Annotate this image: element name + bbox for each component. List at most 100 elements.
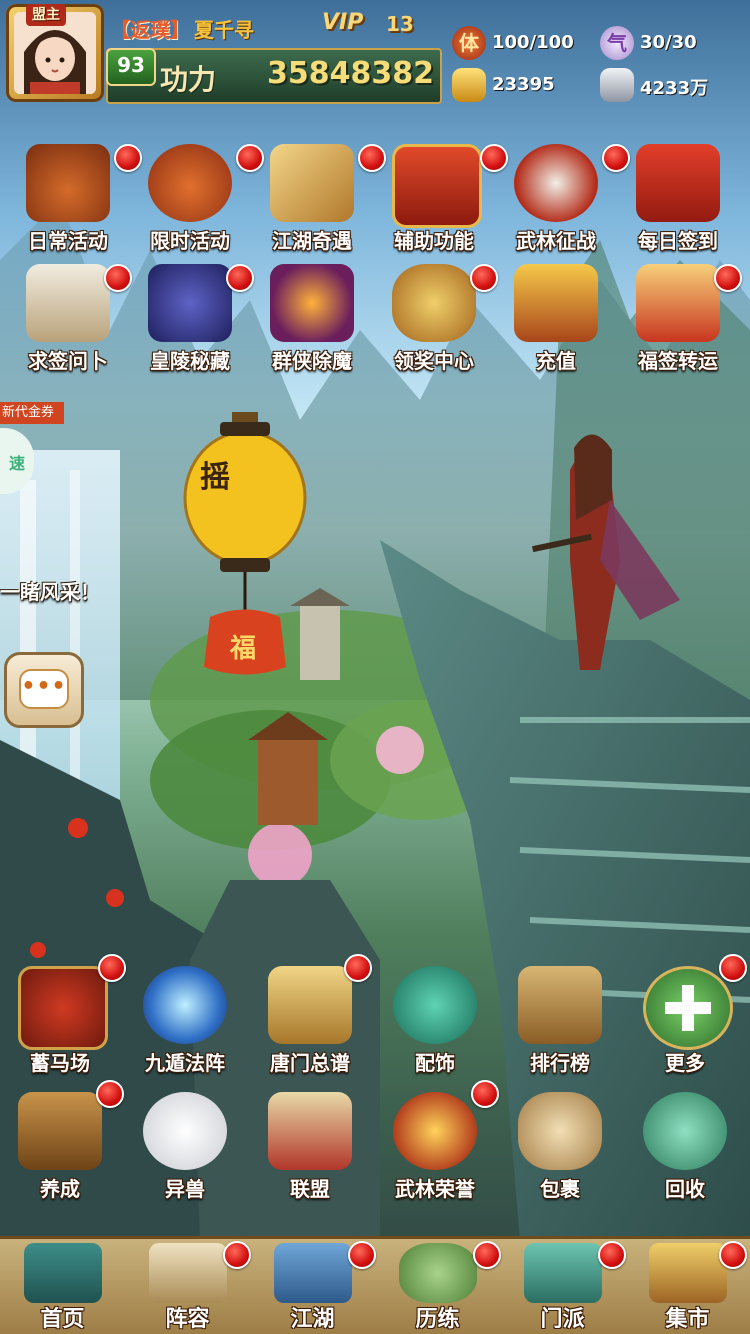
notification-dot (471, 1080, 499, 1108)
tomb-dragon-icon (148, 264, 232, 342)
menu-label: 武林征战 (516, 229, 596, 253)
shake-lantern[interactable]: 摇 福 (180, 412, 310, 682)
qi-value: 30/30 (640, 32, 697, 53)
silver-ingot-icon (600, 68, 634, 102)
silver-value: 4233万 (640, 78, 709, 99)
gold-value: 23395 (492, 74, 555, 95)
lineup-icon (149, 1243, 227, 1303)
power-bar: 93 功力 35848382 (106, 48, 442, 104)
nav-training[interactable]: 历练 (375, 1239, 501, 1334)
beast-icon (143, 1092, 227, 1170)
nav-label: 门派 (540, 1307, 585, 1332)
sign-in-scroll-icon (636, 144, 720, 222)
recycle-jade-icon (643, 1092, 727, 1170)
menu-more[interactable]: 更多 (625, 954, 747, 1080)
coupon-label: 新代金券 (0, 402, 64, 424)
power-value: 35848382 (267, 56, 434, 91)
menu-helper[interactable]: 辅助功能 (374, 138, 508, 258)
adventure-scroll-icon (270, 144, 354, 222)
avatar[interactable]: 盟主 (6, 4, 104, 102)
menu-recharge[interactable]: 充值 (496, 258, 616, 378)
nav-sect[interactable]: 门派 (500, 1239, 626, 1334)
qi-icon: 气 (600, 26, 634, 60)
menu-label: 日常活动 (28, 229, 108, 253)
menu-label: 福签转运 (638, 349, 718, 373)
vip-level: 13 (386, 12, 414, 36)
menu-bag[interactable]: 包裹 (500, 1086, 620, 1206)
menu-label: 限时活动 (150, 229, 230, 253)
sect-icon (524, 1243, 602, 1303)
alliance-banner-icon (268, 1092, 352, 1170)
magic-array-icon (143, 966, 227, 1044)
menu-limited-activity[interactable]: 限时活动 (130, 138, 264, 258)
alliance-title-badge: 盟主 (26, 4, 66, 26)
weapon-crate-icon (18, 1092, 102, 1170)
notification-dot (226, 264, 254, 292)
notification-dot (223, 1241, 251, 1269)
menu-label: 辅助功能 (394, 229, 474, 253)
menu-daily-sign-in[interactable]: 每日签到 (618, 138, 738, 258)
menu-label: 异兽 (165, 1177, 205, 1201)
nav-home[interactable]: 首页 (0, 1239, 125, 1334)
player-name-tag: 【返璞】 (110, 18, 190, 42)
menu-fortune[interactable]: 求签问卜 (8, 258, 132, 378)
nav-label: 历练 (415, 1307, 460, 1332)
menu-ranking[interactable]: 排行榜 (500, 960, 620, 1080)
chat-button[interactable]: ••• (4, 652, 84, 728)
player-header: 盟主 【返璞】 夏千寻 VIP 13 93 功力 35848382 体 100/1… (0, 0, 750, 110)
menu-demon-hunt[interactable]: 群侠除魔 (252, 258, 372, 378)
nav-jianghu[interactable]: 江湖 (250, 1239, 376, 1334)
nav-market[interactable]: 集市 (625, 1239, 750, 1334)
menu-daily-activity[interactable]: 日常活动 (8, 138, 142, 258)
menu-label: 回收 (665, 1177, 705, 1201)
gold-ingot-icon (452, 68, 486, 102)
menu-label: 养成 (40, 1177, 80, 1201)
home-icon (24, 1243, 102, 1303)
daily-activity-icon (26, 144, 110, 222)
menu-stable[interactable]: 蓄马场 (0, 954, 126, 1080)
notification-dot (714, 264, 742, 292)
vip-label: VIP (322, 10, 364, 35)
lucky-sticks-icon (636, 264, 720, 342)
vip-badge[interactable]: VIP 13 (322, 6, 422, 44)
notification-dot (348, 1241, 376, 1269)
menu-alliance[interactable]: 联盟 (250, 1086, 370, 1206)
lantern-charm-text: 福 (230, 634, 257, 664)
menu-label: 江湖奇遇 (272, 229, 352, 253)
menu-magic-array[interactable]: 九遁法阵 (125, 960, 245, 1080)
notification-dot (473, 1241, 501, 1269)
menu-honor[interactable]: 武林荣誉 (375, 1080, 499, 1206)
menu-label: 联盟 (290, 1177, 330, 1201)
drum-icon (18, 966, 108, 1050)
menu-label: 更多 (665, 1051, 705, 1075)
menu-recycle[interactable]: 回收 (625, 1086, 745, 1206)
menu-beast[interactable]: 异兽 (125, 1086, 245, 1206)
ranking-board-icon (518, 966, 602, 1044)
training-icon (399, 1243, 477, 1303)
plus-icon (643, 966, 733, 1050)
treasure-chest-icon (514, 264, 598, 342)
menu-reward-center[interactable]: 领奖中心 (374, 258, 498, 378)
menu-tang-manual[interactable]: 唐门总谱 (250, 954, 372, 1080)
menu-tomb-treasure[interactable]: 皇陵秘藏 (130, 258, 254, 378)
coupon-widget[interactable]: 新代金券 速 (0, 402, 64, 498)
notification-dot (98, 954, 126, 982)
player-name-line: 【返璞】 夏千寻 (110, 14, 254, 43)
notification-dot (96, 1080, 124, 1108)
menu-martial-war[interactable]: 武林征战 (496, 138, 630, 258)
crossed-swords-icon (514, 144, 598, 222)
menu-adventure[interactable]: 江湖奇遇 (252, 138, 386, 258)
menu-label: 领奖中心 (394, 349, 474, 373)
menu-lucky-sticks[interactable]: 福签转运 (618, 258, 742, 378)
nav-lineup[interactable]: 阵容 (125, 1239, 251, 1334)
notification-dot (598, 1241, 626, 1269)
menu-label: 九遁法阵 (145, 1051, 225, 1075)
jade-pendant-icon (393, 966, 477, 1044)
reward-bag-icon (392, 264, 476, 342)
lantern-text: 摇 (200, 460, 230, 495)
menu-label: 蓄马场 (30, 1051, 90, 1075)
menu-label: 唐门总谱 (270, 1051, 350, 1075)
menu-label: 求签问卜 (28, 349, 108, 373)
menu-cultivate[interactable]: 养成 (0, 1080, 124, 1206)
menu-accessory[interactable]: 配饰 (375, 960, 495, 1080)
